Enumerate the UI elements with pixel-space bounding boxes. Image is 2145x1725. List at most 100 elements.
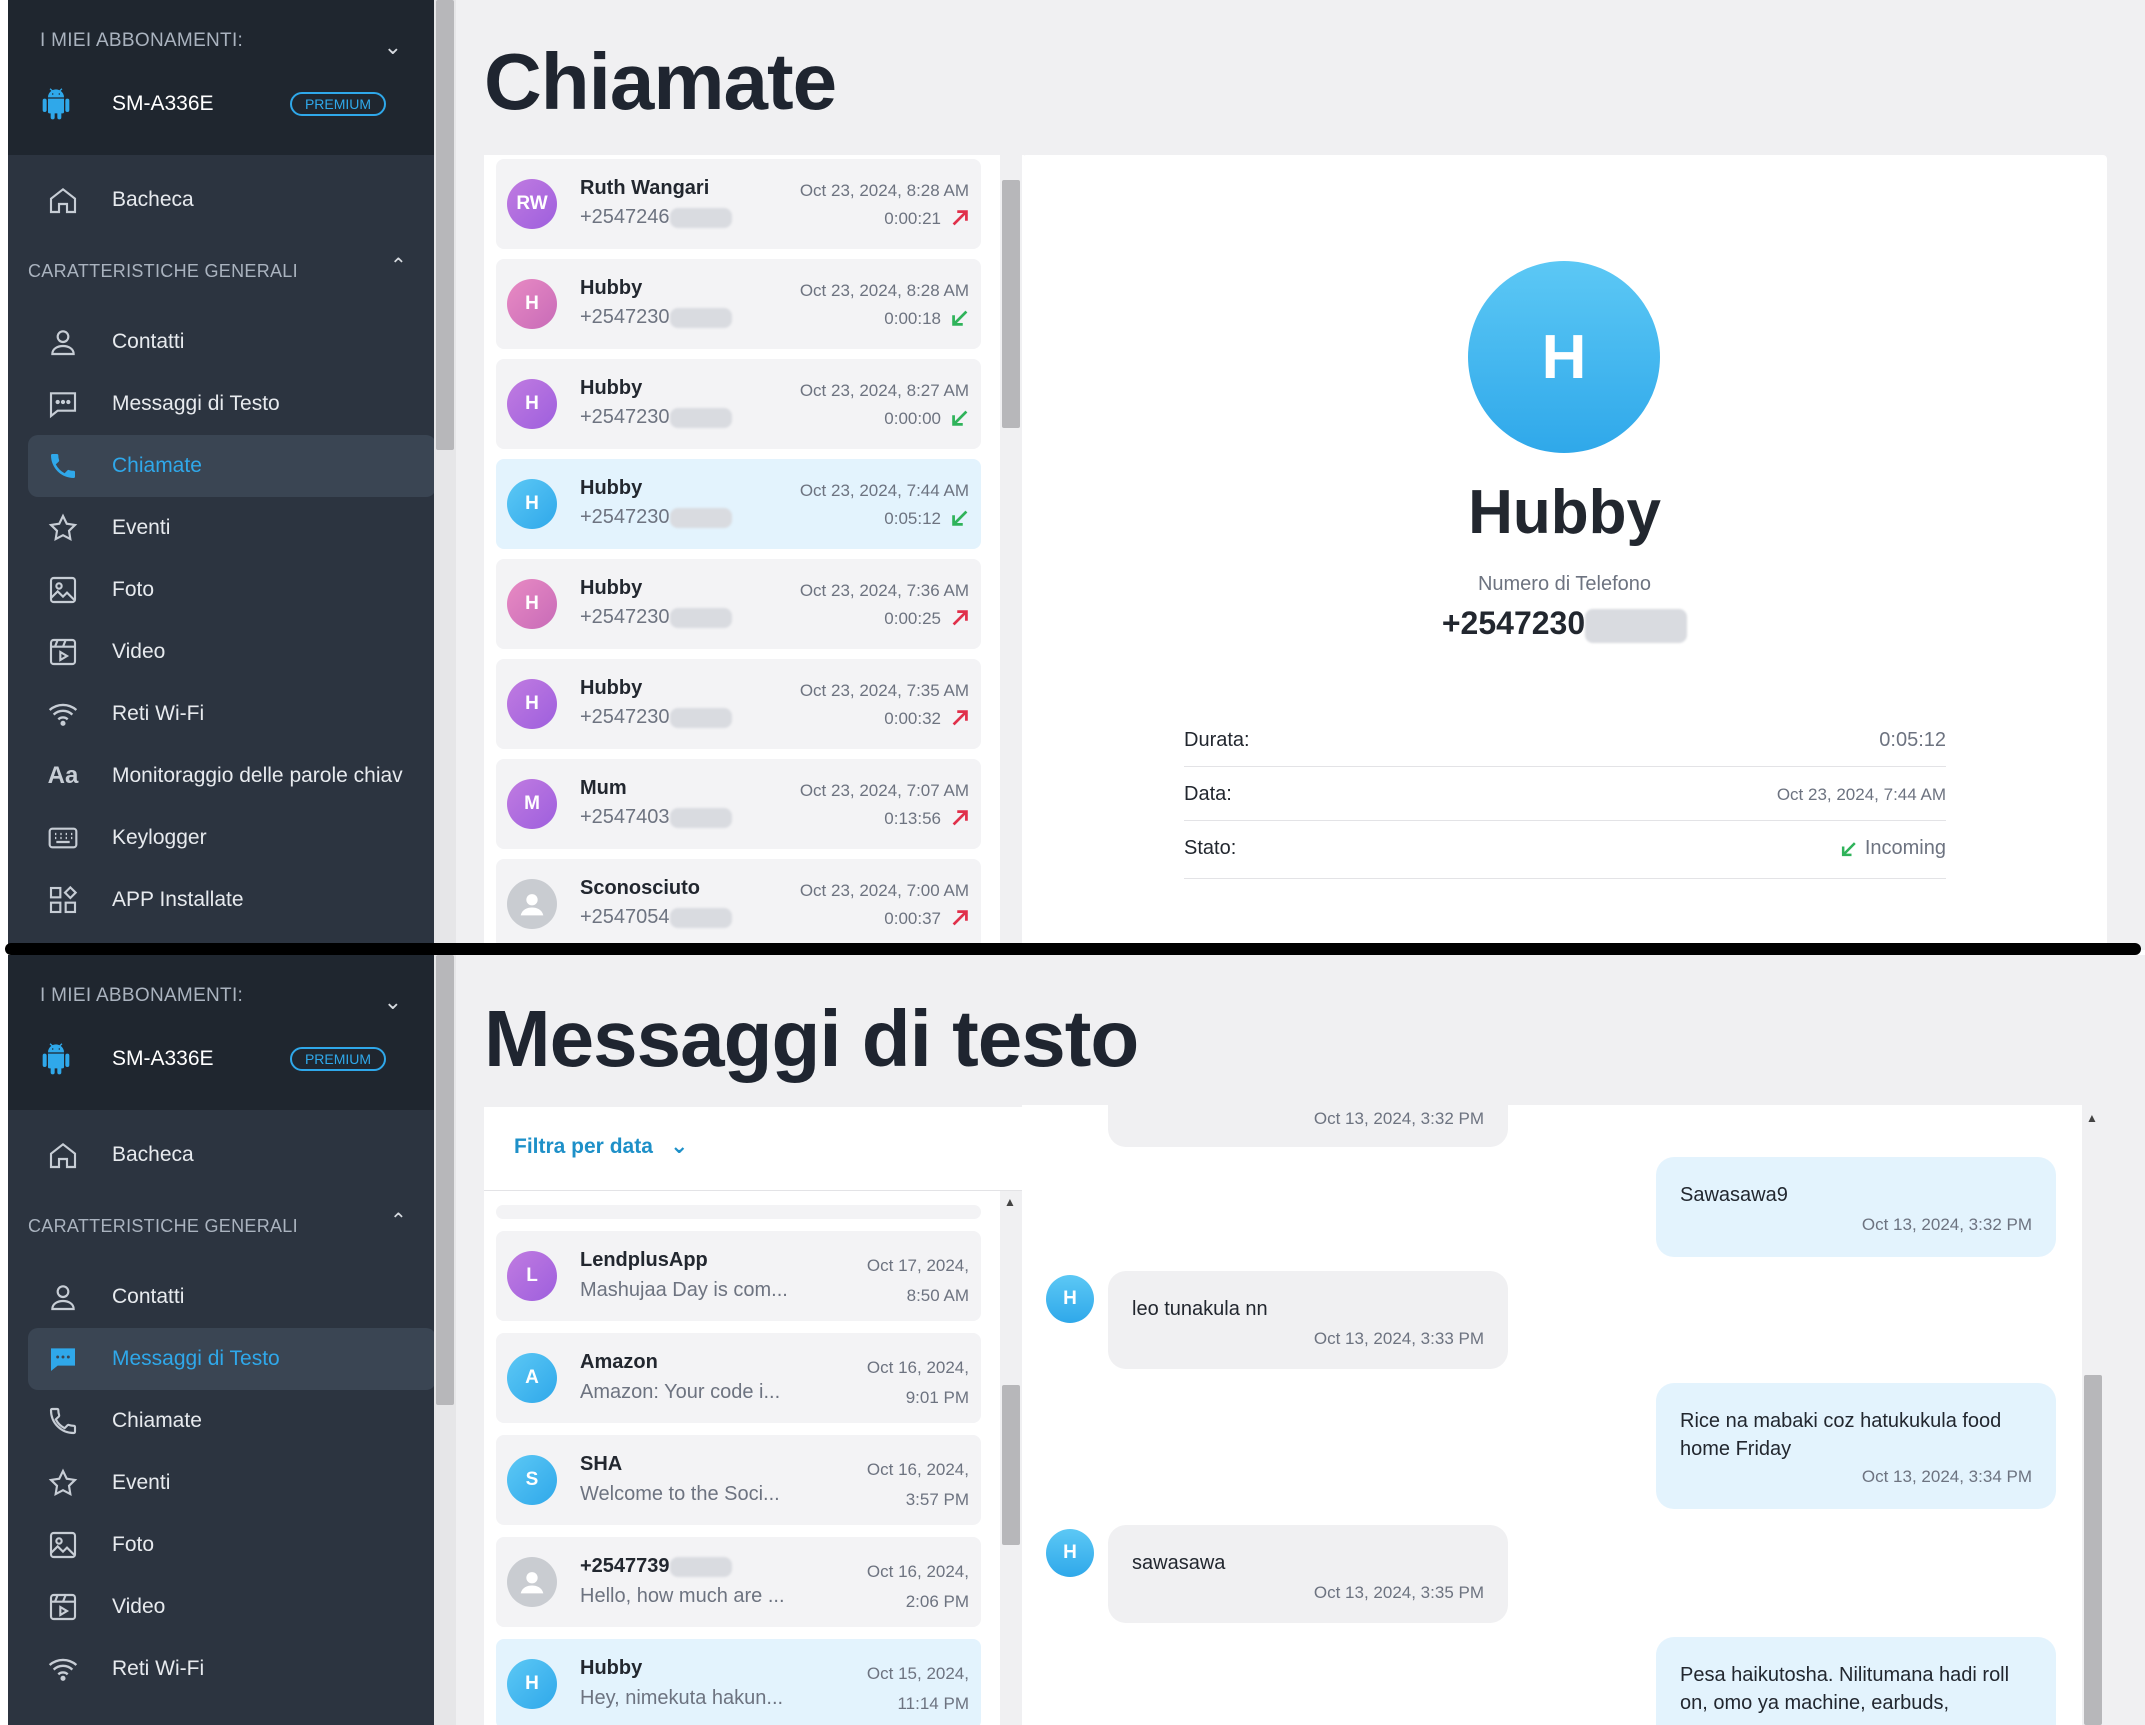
conversation-item[interactable]: +2547739 Hello, how much are ... Oct 16,… — [496, 1537, 981, 1627]
conversation-item-selected[interactable]: H Hubby Hey, nimekuta hakun... Oct 15, 2… — [496, 1639, 981, 1725]
call-date: Oct 23, 2024, 7:44 AM — [799, 481, 969, 500]
sidebar-item-keywords[interactable]: Aa Monitoraggio delle parole chiav — [28, 745, 436, 807]
outgoing-arrow-icon — [952, 610, 968, 626]
sidebar-item-wifi[interactable]: Reti Wi-Fi — [28, 683, 436, 745]
sidebar-item-label: Eventi — [112, 516, 171, 539]
device-selector[interactable]: SM-A336E — [40, 1043, 214, 1075]
conversation-item[interactable]: S SHA Welcome to the Soci... Oct 16, 202… — [496, 1435, 981, 1525]
date-value: Oct 23, 2024, 7:44 AM — [1776, 785, 1946, 804]
avatar: H — [507, 679, 557, 729]
sidebar-item-videos[interactable]: Video — [28, 1576, 436, 1638]
message-text: Pesa haikutosha. Nilitumana hadi roll on… — [1680, 1664, 2010, 1714]
sidebar-item-label: Video — [112, 640, 166, 663]
sidebar-item-photos[interactable]: Foto — [28, 1514, 436, 1576]
sidebar-item-events[interactable]: Eventi — [28, 497, 436, 559]
caller-name: Sconosciuto — [580, 877, 701, 899]
sidebar-item-contacts[interactable]: Contatti — [28, 311, 436, 373]
sidebar-item-label: Reti Wi-Fi — [112, 1657, 205, 1680]
apps-grid-icon — [46, 883, 80, 917]
device-name: SM-A336E — [112, 1047, 214, 1070]
status-value: Incoming — [1839, 837, 1946, 860]
sidebar-item-keylogger[interactable]: Keylogger — [28, 807, 436, 869]
sidebar-item-videos[interactable]: Video — [28, 621, 436, 683]
chevron-down-icon[interactable]: ⌄ — [384, 34, 402, 60]
call-row[interactable]: H Hubby +2547230 Oct 23, 2024, 7:35 AM 0… — [496, 659, 981, 749]
avatar: H — [507, 279, 557, 329]
message-bubble-incoming: Oct 13, 2024, 3:32 PM — [1108, 1105, 1508, 1147]
message-snippet: Welcome to the Soci... — [580, 1483, 780, 1505]
scroll-up-arrow-icon[interactable]: ▲ — [2086, 1111, 2098, 1125]
conversation-item[interactable]: A Amazon Amazon: Your code i... Oct 16, … — [496, 1333, 981, 1423]
sms-screen: I MIEI ABBONAMENTI: ⌄ SM-A336E PREMIUM B… — [0, 955, 2145, 1725]
call-date: Oct 23, 2024, 8:28 AM — [799, 181, 969, 200]
call-row[interactable]: RW Ruth Wangari +2547246 Oct 23, 2024, 8… — [496, 159, 981, 249]
scroll-up-arrow-icon[interactable]: ▲ — [1004, 1195, 1016, 1209]
sidebar-item-label: Monitoraggio delle parole chiav — [112, 764, 403, 787]
sidebar-item-label: APP Installate — [112, 888, 244, 911]
sidebar-item-dashboard[interactable]: Bacheca — [28, 1124, 436, 1186]
message-thread-scrollbar-thumb[interactable] — [2084, 1375, 2102, 1725]
message-date: Oct 17, 2024, 8:50 AM — [867, 1251, 969, 1311]
chevron-down-icon[interactable]: ⌄ — [384, 989, 402, 1015]
call-row[interactable]: H Hubby +2547230 Oct 23, 2024, 8:27 AM 0… — [496, 359, 981, 449]
message-snippet: Hello, how much are ... — [580, 1585, 785, 1607]
call-list-scrollbar-thumb[interactable] — [1002, 180, 1020, 428]
sidebar-item-apps[interactable]: APP Installate — [28, 869, 436, 931]
message-day: Oct 15, 2024, — [866, 1664, 969, 1683]
user-icon — [46, 1280, 80, 1314]
premium-badge: PREMIUM — [290, 92, 386, 116]
unknown-user-icon — [507, 1557, 557, 1607]
status-text: Incoming — [1864, 837, 1946, 859]
sidebar-item-label: Contatti — [112, 330, 185, 353]
incoming-arrow-icon — [952, 310, 968, 326]
incoming-arrow-icon — [1841, 841, 1856, 856]
date-filter[interactable]: Filtra per data ⌄ — [484, 1107, 1024, 1191]
message-timestamp: Oct 13, 2024, 3:34 PM — [1861, 1467, 2032, 1486]
sidebar-item-photos[interactable]: Foto — [28, 559, 436, 621]
message-text: leo tunakula nn — [1132, 1298, 1268, 1320]
sender-name: +2547739 — [580, 1555, 732, 1578]
call-row[interactable]: M Mum +2547403 Oct 23, 2024, 7:07 AM 0:1… — [496, 759, 981, 849]
chevron-up-icon[interactable]: ⌃ — [390, 253, 407, 278]
message-icon — [46, 387, 80, 421]
caller-name: Hubby — [580, 577, 643, 599]
message-snippet: Mashujaa Day is com... — [580, 1279, 788, 1301]
call-row-selected[interactable]: H Hubby +2547230 Oct 23, 2024, 7:44 AM 0… — [496, 459, 981, 549]
message-time: 2:06 PM — [905, 1592, 969, 1611]
contact-name: Hubby — [1468, 478, 1661, 547]
caller-name: Hubby — [580, 677, 643, 699]
sidebar-item-contacts[interactable]: Contatti — [28, 1266, 436, 1328]
sidebar-item-label: Chiamate — [112, 454, 202, 477]
caller-number: +2547403 — [580, 806, 732, 829]
android-icon — [42, 88, 70, 120]
sidebar-item-wifi[interactable]: Reti Wi-Fi — [28, 1638, 436, 1700]
sender-name: SHA — [580, 1453, 623, 1475]
avatar: H — [507, 1659, 557, 1709]
page-scrollbar-thumb[interactable] — [436, 0, 454, 450]
sidebar-item-calls[interactable]: Chiamate — [28, 435, 436, 497]
call-date: Oct 23, 2024, 8:27 AM — [799, 381, 969, 400]
call-row[interactable]: H Hubby +2547230 Oct 23, 2024, 7:36 AM 0… — [496, 559, 981, 649]
sidebar-item-sms[interactable]: Messaggi di Testo — [28, 1328, 436, 1390]
page-scrollbar-thumb[interactable] — [436, 955, 454, 1405]
sidebar-item-calls[interactable]: Chiamate — [28, 1390, 436, 1452]
message-icon — [46, 1342, 80, 1376]
sidebar-item-dashboard[interactable]: Bacheca — [28, 169, 436, 231]
conversation-item[interactable]: L LendplusApp Mashujaa Day is com... Oct… — [496, 1231, 981, 1321]
message-date: Oct 16, 2024, 9:01 PM — [867, 1353, 969, 1413]
sidebar-item-label: Foto — [112, 578, 155, 601]
chevron-down-icon: ⌄ — [670, 1133, 689, 1158]
call-row[interactable]: Sconosciuto +2547054 Oct 23, 2024, 7:00 … — [496, 859, 981, 949]
call-row[interactable]: H Hubby +2547230 Oct 23, 2024, 8:28 AM 0… — [496, 259, 981, 349]
subscriptions-label: I MIEI ABBONAMENTI: — [40, 985, 244, 1006]
incoming-arrow-icon — [952, 410, 968, 426]
redacted-number — [669, 1556, 732, 1577]
device-selector[interactable]: SM-A336E — [40, 88, 214, 120]
caller-name: Hubby — [580, 477, 643, 499]
chevron-up-icon[interactable]: ⌃ — [390, 1208, 407, 1233]
sidebar-item-events[interactable]: Eventi — [28, 1452, 436, 1514]
call-duration: 0:00:00 — [884, 409, 941, 428]
conversation-list-scrollbar-thumb[interactable] — [1002, 1385, 1020, 1545]
message-thread: Oct 13, 2024, 3:32 PM Sawasawa9 Oct 13, … — [1022, 1105, 2082, 1725]
sidebar-item-sms[interactable]: Messaggi di Testo — [28, 373, 436, 435]
